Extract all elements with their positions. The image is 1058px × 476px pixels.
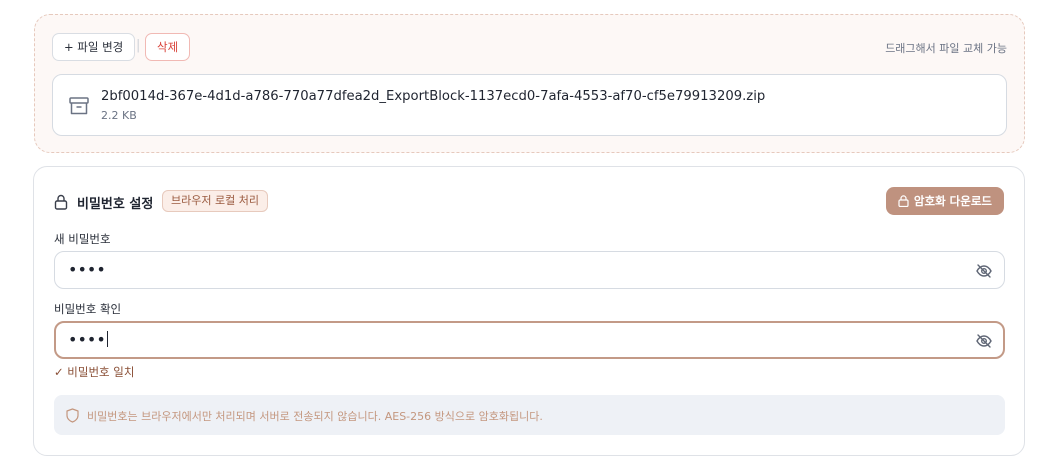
text-caret <box>106 331 108 347</box>
encrypt-download-button[interactable]: 암호화 다운로드 <box>885 187 1004 215</box>
lock-icon <box>898 195 909 207</box>
new-password-value: •••• <box>68 260 106 279</box>
password-section-title: 비밀번호 설정 <box>77 197 154 212</box>
file-name: 2bf0014d-367e-4d1d-a786-770a77dfea2d_Exp… <box>101 89 766 104</box>
new-password-label: 새 비밀번호 <box>54 232 111 246</box>
new-password-field[interactable]: •••• <box>54 251 1005 289</box>
confirm-password-field[interactable]: •••• <box>54 321 1005 359</box>
archive-icon <box>69 97 89 115</box>
file-card: 2bf0014d-367e-4d1d-a786-770a77dfea2d_Exp… <box>52 74 1007 136</box>
local-processing-badge: 브라우저 로컬 처리 <box>162 190 268 212</box>
lock-icon <box>54 194 68 210</box>
button-separator: | <box>136 38 141 53</box>
file-upload-dropzone[interactable]: + 파일 변경 | 삭제 드래그해서 파일 교체 가능 2bf0014d-367… <box>34 14 1025 153</box>
confirm-password-dots: •••• <box>68 330 106 349</box>
eye-off-icon[interactable] <box>975 332 993 350</box>
file-size: 2.2 KB <box>101 109 137 122</box>
shield-icon <box>66 408 79 423</box>
password-settings-card: 비밀번호 설정 브라우저 로컬 처리 암호화 다운로드 새 비밀번호 •••• … <box>33 166 1025 456</box>
eye-off-icon[interactable] <box>975 262 993 280</box>
confirm-password-label: 비밀번호 확인 <box>54 302 122 316</box>
delete-file-button[interactable]: 삭제 <box>145 33 191 61</box>
security-notice-text: 비밀번호는 브라우저에서만 처리되며 서버로 전송되지 않습니다. AES-25… <box>87 410 543 423</box>
password-match-message: ✓ 비밀번호 일치 <box>54 365 135 379</box>
drag-hint-text: 드래그해서 파일 교체 가능 <box>885 42 1007 55</box>
change-file-button[interactable]: + 파일 변경 <box>52 33 136 61</box>
security-notice: 비밀번호는 브라우저에서만 처리되며 서버로 전송되지 않습니다. AES-25… <box>54 395 1005 435</box>
confirm-password-value: •••• <box>68 331 108 349</box>
encrypt-download-label: 암호화 다운로드 <box>913 194 992 208</box>
